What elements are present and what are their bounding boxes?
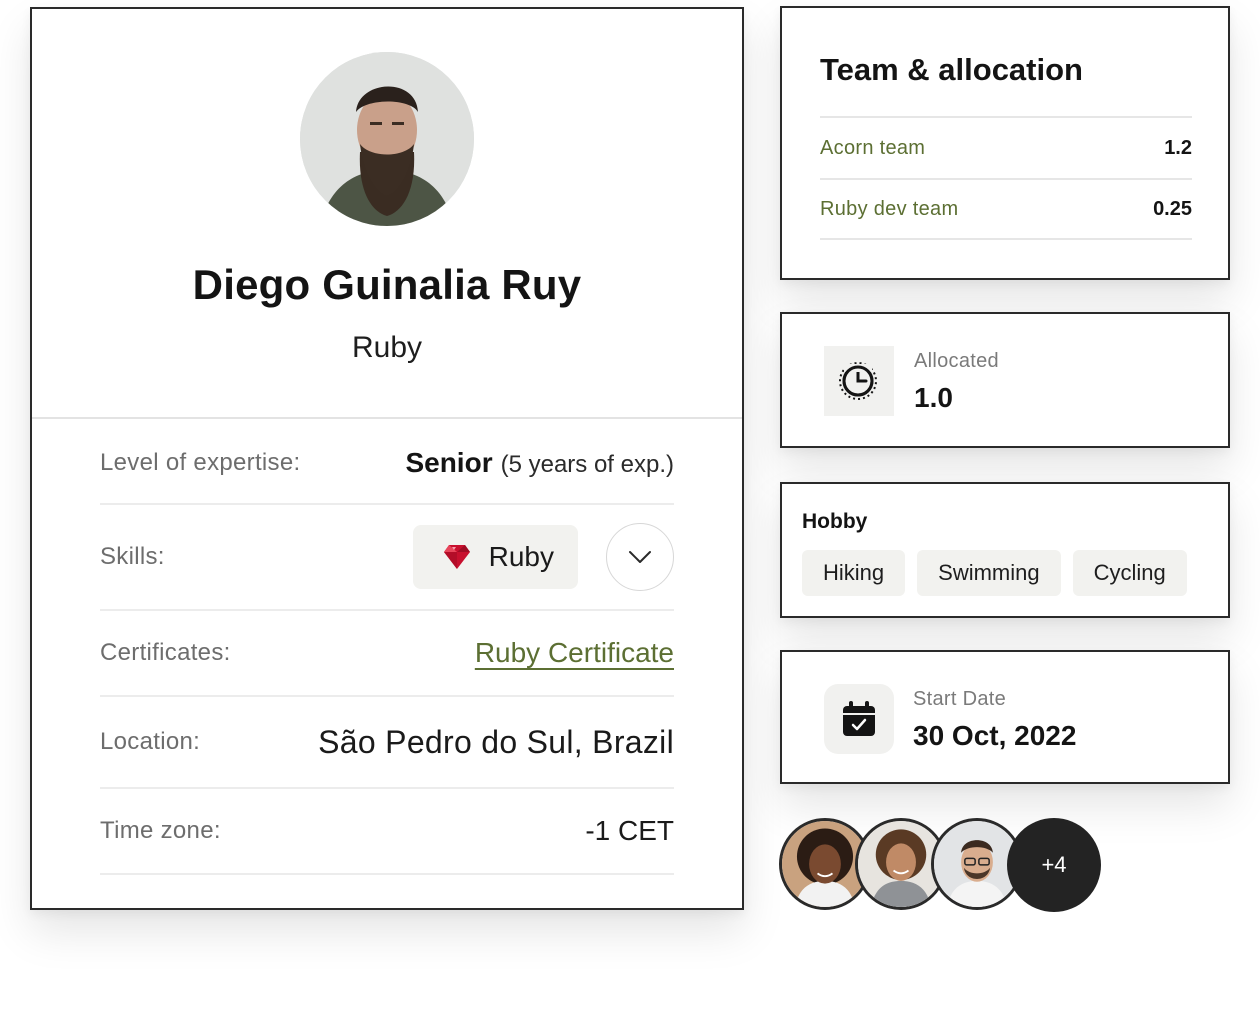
profile-avatar: [300, 52, 474, 226]
start-date-label: Start Date: [913, 688, 1007, 710]
location-value: São Pedro do Sul, Brazil: [318, 723, 674, 760]
hobby-title: Hobby: [802, 510, 868, 533]
start-date-icon-box: [824, 684, 894, 754]
skills-row: Skills: Ruby: [100, 505, 674, 611]
skill-chip-ruby[interactable]: Ruby: [412, 525, 578, 589]
expertise-value: Senior (5 years of exp.): [405, 447, 674, 479]
location-label: Location:: [100, 728, 201, 755]
team-row[interactable]: Ruby dev team 0.25: [820, 178, 1192, 240]
skills-controls: Ruby: [412, 523, 674, 591]
certificates-label: Certificates:: [100, 639, 231, 666]
allocated-label: Allocated: [914, 350, 999, 372]
location-row: Location: São Pedro do Sul, Brazil: [100, 697, 674, 789]
allocated-value: 1.0: [914, 382, 953, 413]
team-allocation-card: Team & allocation Acorn team 1.2 Ruby de…: [780, 6, 1230, 280]
team-name: Ruby dev team: [820, 197, 959, 220]
profile-divider: [32, 417, 742, 419]
profile-photo: [300, 52, 474, 226]
hobby-tags: Hiking Swimming Cycling: [802, 550, 1187, 596]
chevron-down-icon: [629, 551, 651, 563]
ruby-gem-icon: [443, 545, 470, 569]
team-row[interactable]: Acorn team 1.2: [820, 116, 1192, 178]
skills-dropdown-button[interactable]: [606, 523, 674, 591]
expertise-years: (5 years of exp.): [500, 450, 674, 478]
team-allocation-value: 1.2: [1164, 136, 1192, 159]
skills-label: Skills:: [100, 543, 165, 570]
certificates-row: Certificates: Ruby Certificate: [100, 611, 674, 697]
skill-chip-label: Ruby: [488, 541, 554, 572]
hobby-tag[interactable]: Swimming: [917, 550, 1061, 596]
hobby-tag[interactable]: Cycling: [1072, 550, 1187, 596]
expertise-row: Level of expertise: Senior (5 years of ex…: [100, 422, 674, 505]
timezone-row: Time zone: -1 CET: [100, 789, 674, 875]
profile-name: Diego Guinalia Ruy: [192, 261, 582, 308]
clock-icon: [839, 362, 877, 400]
expertise-label: Level of expertise:: [100, 448, 301, 476]
timezone-value: -1 CET: [585, 815, 674, 846]
calendar-check-icon: [843, 701, 875, 736]
team-allocation-title: Team & allocation: [820, 52, 1083, 87]
allocated-icon-box: [824, 346, 894, 416]
profile-card: Diego Guinalia Ruy Ruby Level of experti…: [30, 7, 744, 910]
team-name: Acorn team: [820, 136, 926, 159]
timezone-label: Time zone:: [100, 817, 221, 844]
expertise-level: Senior: [405, 446, 493, 478]
hobby-card: Hobby Hiking Swimming Cycling: [780, 482, 1230, 618]
start-date-value: 30 Oct, 2022: [913, 720, 1077, 751]
more-members-badge[interactable]: +4: [1007, 818, 1101, 912]
hobby-tag[interactable]: Hiking: [802, 550, 906, 596]
team-allocation-value: 0.25: [1153, 197, 1192, 220]
profile-role: Ruby: [351, 331, 423, 364]
team-members-stack[interactable]: +4: [779, 818, 1109, 912]
allocated-card: Allocated 1.0: [780, 312, 1230, 448]
certificate-link[interactable]: Ruby Certificate: [475, 637, 674, 669]
start-date-card: Start Date 30 Oct, 2022: [780, 650, 1230, 784]
